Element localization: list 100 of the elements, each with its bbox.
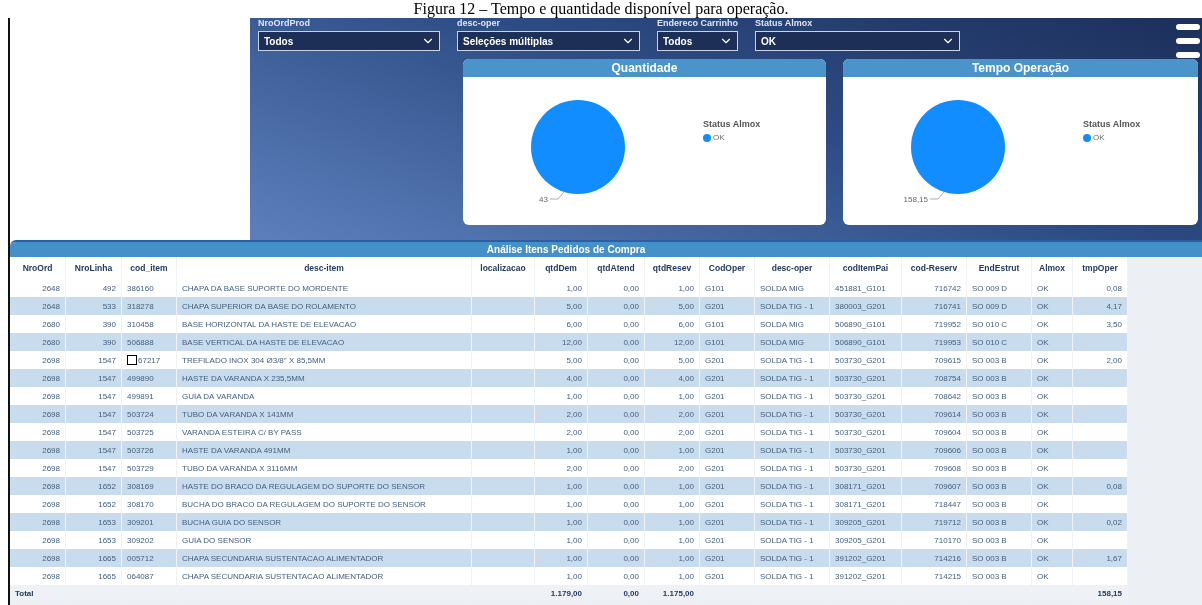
table-cell: 0,00 [623,319,639,329]
table-cell: 2698 [42,427,60,437]
table-cell: 1,00 [566,553,582,563]
table-cell: 2698 [42,535,60,545]
table-cell: 716742 [934,283,961,293]
table-cell: 1547 [98,355,116,365]
table-cell: 709607 [934,481,961,491]
table-cell: 0,00 [623,409,639,419]
table-cell: SO 009 D [972,301,1008,311]
table-cell: HASTE DA VARANDA X 235,5MM [182,373,305,383]
table-cell: G201 [705,535,725,545]
table-cell: G201 [705,373,725,383]
table-cell: 503730_G201 [835,355,886,365]
table-cell: 2698 [42,355,60,365]
chart-title: Tempo Operação [843,59,1198,77]
table-cell: TUBO DA VARANDA X 3116MM [182,463,298,473]
table-cell: 005712 [127,553,154,563]
legend-title: Status Almox [703,119,761,129]
table-cell: 714216 [934,553,961,563]
table-cell: OK [1037,319,1049,329]
table-cell: 1,00 [678,391,694,401]
table-cell: 1,00 [678,535,694,545]
total-cell: 158,15 [1097,588,1122,598]
table-cell: SO 003 B [972,553,1007,563]
table-cell: 1547 [98,373,116,383]
table-cell: 3,50 [1106,319,1122,329]
figure-caption: Figura 12 – Tempo e quantidade disponível para operação. [412,0,790,18]
table-cell: 1547 [98,445,116,455]
data-label: 43 [539,195,548,204]
table-cell: 064087 [127,571,154,581]
filter-label: Endereco Carrinho [657,18,739,28]
table-cell: 390 [102,337,116,347]
filter-dropdown[interactable]: OK [755,31,961,51]
filter-dropdown[interactable]: Todos [657,31,738,51]
table-cell: SO 003 B [972,517,1007,527]
table-cell: 386160 [127,283,154,293]
table-cell: 0,00 [623,571,639,581]
table-cell: 719712 [934,517,961,527]
table-cell: GUIA DO SENSOR [182,535,252,545]
table-cell: 0,00 [623,427,639,437]
table-cell: 0,00 [623,553,639,563]
table-cell: 503730_G201 [835,427,886,437]
table-cell: 2698 [42,391,60,401]
filter-dropdown[interactable]: Todos [258,31,440,51]
table-cell: SO 009 D [972,283,1008,293]
table-cell: 5,00 [566,301,582,311]
table-cell: 1652 [98,499,116,509]
table-cell: 709608 [934,463,961,473]
table-cell: SOLDA MIG [760,319,804,329]
table-cell: 451881_G101 [835,283,886,293]
table-cell: OK [1037,535,1049,545]
table-cell: 4,00 [566,373,582,383]
legend-label: OK [713,133,725,142]
table-cell: 506890_G101 [835,319,886,329]
table-cell: 1665 [98,571,116,581]
table-cell: SOLDA TIG - 1 [760,553,814,563]
table-cell: 0,00 [623,355,639,365]
filter-label: desc-oper [457,18,501,28]
table-cell: TREFILADO INOX 304 Ø3/8" X 85,5MM [182,355,326,365]
table-cell: 503730_G201 [835,373,886,383]
table-cell: HASTE DO BRACO DA REGULAGEM DO SUPORTE DO SENSOR [182,481,425,491]
table-cell: 718447 [934,499,961,509]
table-cell: 4,17 [1106,301,1122,311]
total-cell: 0,00 [623,588,639,598]
table-cell: OK [1037,463,1049,473]
table-cell: SO 003 B [972,571,1007,581]
table-cell: 2648 [42,301,60,311]
table-cell: SOLDA TIG - 1 [760,535,814,545]
table-cell: 492 [102,283,116,293]
table-cell: 380003_G201 [835,301,886,311]
table-cell: 2698 [42,481,60,491]
total-cell: Total [15,588,34,598]
table-cell: CHAPA SECUNDARIA SUSTENTACAO ALIMENTADOR [182,571,384,581]
table-cell: 1,00 [566,571,582,581]
table-cell: G201 [705,481,725,491]
table-cell: 2,00 [678,427,694,437]
filter-dropdown[interactable]: Seleções múltiplas [457,31,640,51]
table-cell: 708754 [934,373,961,383]
total-cell: 1.179,00 [550,588,582,598]
table-cell: G201 [705,427,725,437]
table-cell: SO 003 B [972,355,1007,365]
table-cell: SO 003 B [972,499,1007,509]
table-cell: OK [1037,481,1049,491]
table-cell: SOLDA TIG - 1 [760,355,814,365]
table-cell: OK [1037,301,1049,311]
total-cell: 1.175,00 [662,588,694,598]
table-cell: 0,00 [623,373,639,383]
table-cell: 391202_G201 [835,553,886,563]
table-cell: 1,00 [678,571,694,581]
table-cell: 308170 [127,499,154,509]
table-cell: 67217 [138,355,161,365]
table-cell: 1653 [98,517,116,527]
table-cell: CHAPA SECUNDARIA SUSTENTACAO ALIMENTADOR [182,553,384,563]
table-cell: 2698 [42,517,60,527]
table-cell: 12,00 [561,337,582,347]
table-cell: TUBO DA VARANDA X 141MM [182,409,294,419]
table-cell: SOLDA TIG - 1 [760,301,814,311]
table-cell: 309205_G201 [835,517,886,527]
table-cell: SO 003 B [972,391,1007,401]
table-cell: OK [1037,571,1049,581]
